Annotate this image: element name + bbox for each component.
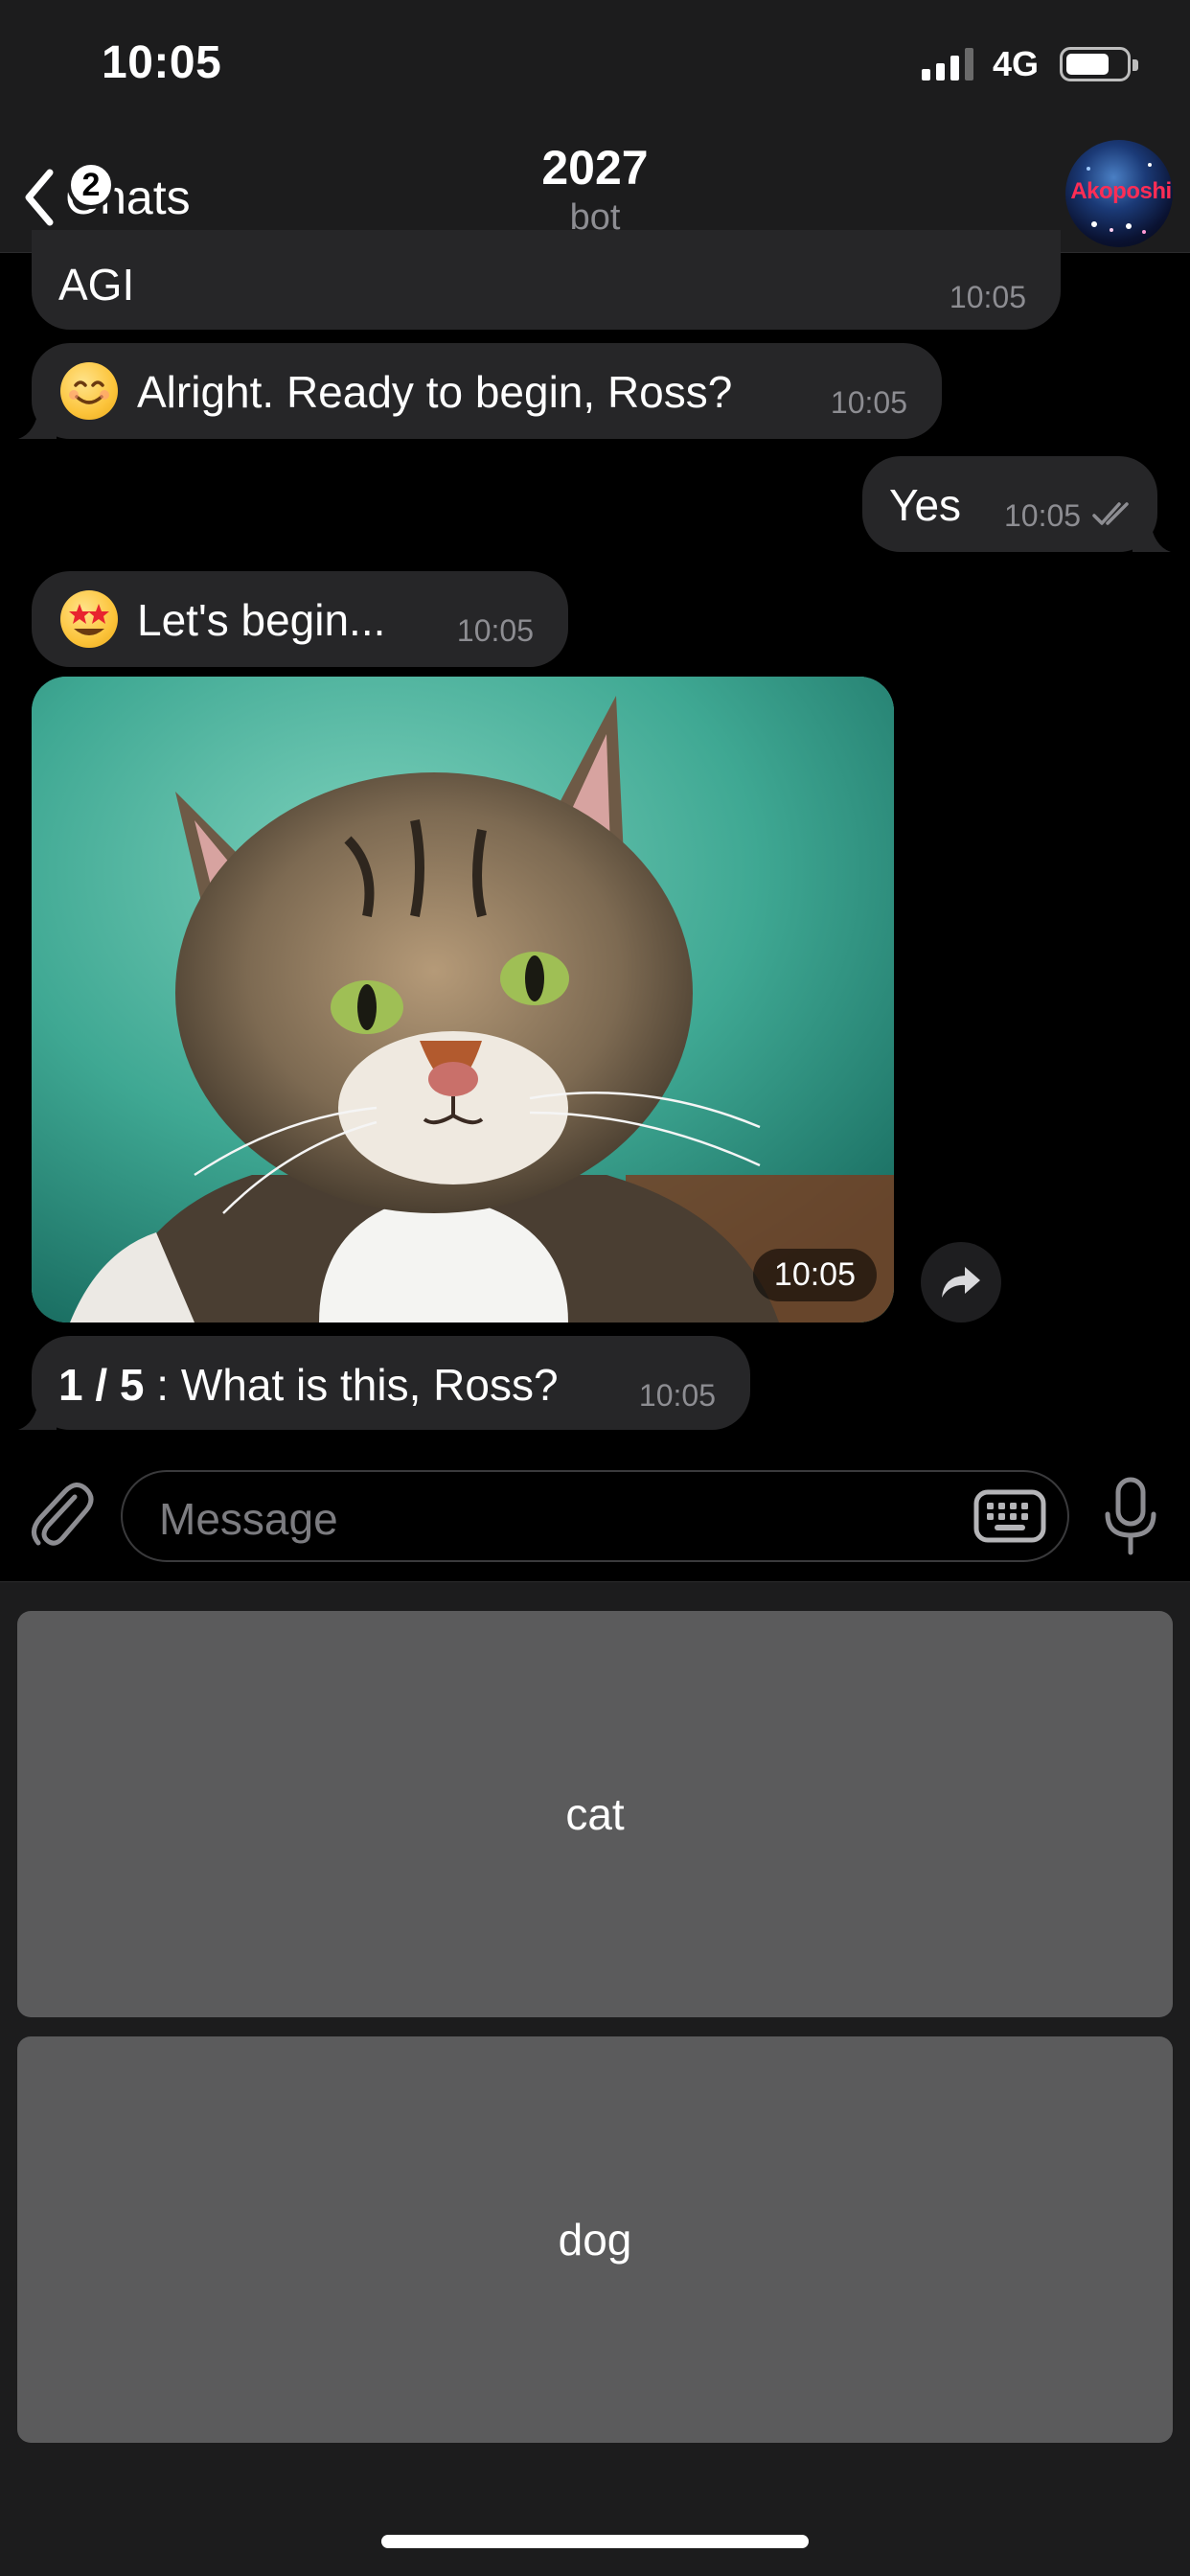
cat-photo-illustration: [32, 677, 894, 1322]
bot-reply-keyboard: cat dog: [0, 1581, 1190, 2576]
bubble-tail: [18, 1397, 57, 1430]
message-time: 10:05: [830, 385, 907, 420]
reply-button-cat[interactable]: cat: [17, 1611, 1173, 2017]
status-time: 10:05: [102, 37, 222, 88]
message-bubble-outgoing[interactable]: Yes 10:05: [862, 456, 1171, 552]
question-counter: 1 / 5: [58, 1360, 145, 1410]
paperclip-icon[interactable]: [27, 1476, 94, 1552]
microphone-icon[interactable]: [1102, 1476, 1159, 1556]
message-bubble-incoming[interactable]: AGI 10:05: [32, 230, 1061, 330]
avatar-text: Akoposhi: [1070, 178, 1172, 204]
message-text: Yes: [889, 480, 962, 530]
question-text: : What is this, Ross?: [144, 1360, 559, 1410]
message-time: 10:05: [1004, 498, 1082, 533]
message-text: Let's begin...: [137, 595, 386, 645]
photo-message[interactable]: 10:05: [32, 677, 894, 1322]
message-input[interactable]: Message: [121, 1470, 1069, 1562]
message-text: AGI: [58, 260, 135, 310]
telegram-chat-screen: 10:05 4G Chats 2 2027 bot Akoposhi AGI 1…: [0, 0, 1190, 2576]
forward-button[interactable]: [921, 1242, 1001, 1322]
reply-button-dog[interactable]: dog: [17, 2036, 1173, 2443]
message-placeholder: Message: [159, 1494, 338, 1544]
star-struck-face-icon: [60, 590, 118, 648]
message-bubble-incoming[interactable]: 1 / 5 : What is this, Ross? 10:05: [18, 1336, 750, 1430]
smiling-face-icon: [60, 362, 118, 420]
cellular-signal-icon: [921, 48, 973, 80]
message-text: 1 / 5 : What is this, Ross?: [58, 1359, 559, 1411]
chat-title: 2027: [541, 141, 649, 195]
photo-time: 10:05: [752, 1249, 877, 1301]
keyboard-icon[interactable]: [973, 1487, 1046, 1545]
network-type: 4G: [992, 44, 1039, 83]
message-bubble-incoming[interactable]: Alright. Ready to begin, Ross? 10:05: [18, 343, 942, 439]
double-check-icon: [1092, 502, 1129, 525]
message-input-bar: Message: [0, 1438, 1190, 1581]
chat-title-area[interactable]: 2027 bot: [0, 140, 1190, 239]
battery-icon: [1060, 47, 1138, 81]
forward-arrow-icon: [942, 1267, 980, 1298]
status-bar: 10:05 4G: [0, 0, 1190, 134]
message-time: 10:05: [638, 1378, 716, 1413]
message-bubble-incoming[interactable]: Let's begin... 10:05: [32, 571, 568, 667]
status-indicators: 4G: [921, 44, 1138, 84]
message-time: 10:05: [949, 280, 1026, 314]
avatar[interactable]: Akoposhi: [1065, 140, 1173, 247]
message-text: Alright. Ready to begin, Ross?: [137, 367, 733, 417]
bubble-tail: [1133, 519, 1171, 552]
home-indicator[interactable]: [381, 2535, 809, 2548]
message-time: 10:05: [456, 613, 534, 648]
bubble-tail: [18, 406, 57, 439]
